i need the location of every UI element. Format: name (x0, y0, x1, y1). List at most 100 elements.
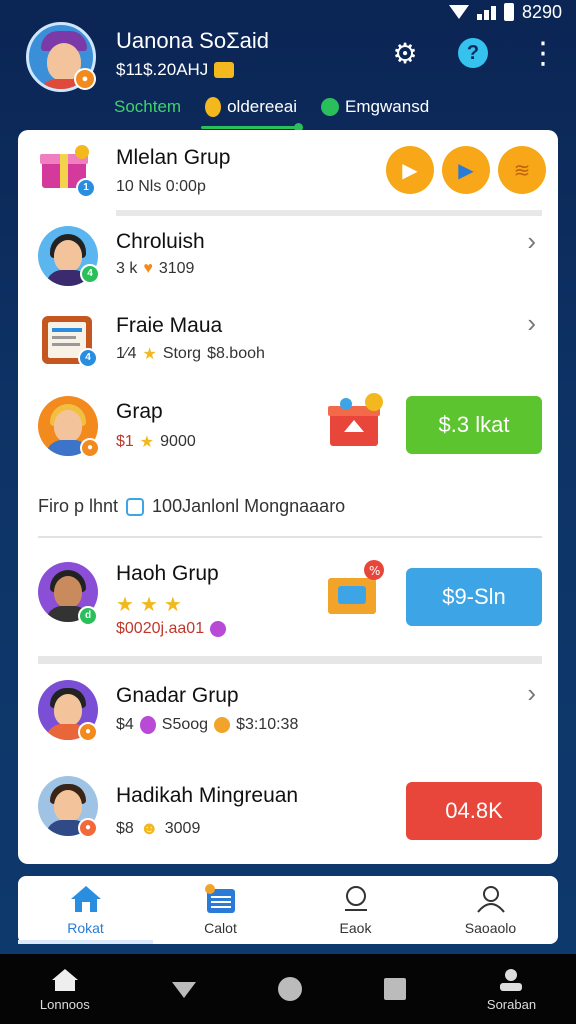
nav-search[interactable]: Eaok (288, 876, 423, 944)
group-meta: $4 (116, 716, 134, 733)
gift-box-icon (328, 393, 383, 446)
help-icon[interactable]: ? (456, 36, 490, 70)
search-icon (344, 886, 367, 911)
list-item[interactable]: ● Gnadar Grup $4 S5oog $3:10:38 › (18, 670, 558, 760)
info-left-text: Firo p lhnt (38, 496, 119, 516)
user-balance: $11$.20AHJ (116, 60, 235, 80)
nav-label: Rokat (67, 920, 104, 936)
header: ● Uanona SoΣaid $11$.20AHJ ⚙ ? ⋮ Sochtem… (24, 20, 558, 132)
list-item[interactable]: d Haoh Grup ★ ★ ★ $0020j.aa01 % $9-Sln (18, 550, 558, 650)
coin-icon (205, 97, 222, 117)
group-subtitle: $1 ★ 9000 (116, 432, 196, 452)
coin-icon (214, 717, 231, 733)
group-subtitle: 1∕4 ★ Storg $8.booh (116, 344, 265, 364)
group-meta: $8.booh (207, 345, 265, 362)
group-list: 1 Mlelan Grup 10 Nls 0:00p ▶ ▶ ≋ 4 Chrol… (18, 130, 558, 864)
back-triangle-icon (171, 982, 196, 998)
group-title: Fraie Maua (116, 314, 223, 337)
tab-label: Emgwansd (345, 97, 430, 116)
nav-label: Eaok (339, 920, 372, 936)
home-button[interactable] (277, 976, 303, 1002)
home-icon (51, 968, 78, 991)
group-title: Gnadar Grup (116, 684, 239, 707)
sys-home[interactable]: Lonnoos (40, 967, 90, 1012)
battery-icon (503, 3, 514, 21)
coins-button[interactable]: ≋ (498, 146, 546, 194)
nav-calendar[interactable]: Calot (153, 876, 288, 944)
star-icon: ★ (139, 434, 155, 451)
list-item[interactable]: ● Hadikah Mingreuan $8 ☻ 3009 04.8K (18, 766, 558, 862)
header-tabs: Sochtem oldereeai Emgwansd (114, 90, 552, 132)
home-icon (70, 886, 101, 912)
group-meta: $3:10:38 (236, 716, 299, 733)
heart-icon: ♥ (143, 260, 153, 277)
play-alt-button[interactable]: ▶ (442, 146, 490, 194)
claim-button[interactable]: $.3 lkat (406, 396, 542, 454)
group-title: Grap (116, 400, 163, 423)
chevron-right-icon[interactable]: › (527, 678, 536, 709)
chevron-right-icon[interactable]: › (527, 226, 536, 257)
group-subtitle: 3 k ♥ 3109 (116, 260, 194, 278)
group-meta: 3109 (158, 260, 195, 277)
divider (38, 536, 542, 538)
system-nav-bar: Lonnoos Soraban (0, 954, 576, 1024)
group-subtitle: $0020j.aa01 (116, 620, 227, 638)
smiley-icon: ☻ (139, 818, 159, 838)
chevron-right-icon[interactable]: › (527, 308, 536, 339)
group-meta: 1∕4 (116, 345, 137, 362)
group-meta: $8 (116, 819, 134, 837)
group-subtitle: 10 Nls 0:00p (116, 178, 206, 196)
divider (38, 656, 542, 664)
home-circle-icon (278, 977, 303, 1001)
nav-label: Saoaolo (464, 920, 517, 936)
profile-icon (476, 886, 505, 913)
nav-profile[interactable]: Saoaolo (423, 876, 558, 944)
group-meta: 3009 (164, 819, 201, 837)
active-tab-indicator (201, 123, 303, 132)
tab-label: oldereeai (227, 97, 298, 116)
star-icon: ★ (142, 346, 157, 363)
group-title: Mlelan Grup (116, 146, 231, 169)
info-right-text: 100Ja​nlonl Mongnaaaro (152, 496, 346, 516)
play-button[interactable]: ▶ (386, 146, 434, 194)
group-title: Haoh Grup (116, 562, 219, 585)
item-badge: d (78, 606, 98, 626)
tab-ordered[interactable]: oldereeai (201, 97, 303, 132)
balance-text: $11$.20AHJ (116, 60, 209, 79)
gem-icon (210, 621, 227, 637)
item-badge: 4 (78, 348, 98, 368)
group-meta: $0020j.aa01 (116, 620, 205, 637)
tab-system[interactable]: Sochtem (114, 97, 181, 117)
item-badge: 1 (76, 178, 96, 198)
sys-label: Lonnoos (39, 996, 90, 1012)
item-badge: 4 (80, 264, 100, 284)
recents-button[interactable] (383, 977, 407, 1001)
group-meta: S5oog (161, 716, 209, 733)
nav-label: Calot (204, 920, 237, 936)
item-badge: ● (78, 818, 98, 838)
star-icon: ★ (116, 594, 134, 616)
list-item[interactable]: 4 Fraie Maua 1∕4 ★ Storg $8.booh › (18, 302, 558, 384)
group-subtitle: $4 S5oog $3:10:38 (116, 716, 298, 734)
clipboard-icon (126, 497, 145, 516)
list-item[interactable]: 4 Chroluish 3 k ♥ 3109 › (18, 220, 558, 302)
settings-gear-icon[interactable]: ⚙ (388, 36, 422, 70)
list-item[interactable]: 1 Mlelan Grup 10 Nls 0:00p ▶ ▶ ≋ (18, 130, 558, 220)
divider (116, 210, 542, 216)
tab-engaged[interactable]: Emgwansd (321, 97, 429, 117)
gem-icon (139, 716, 156, 734)
profile-icon (500, 968, 523, 991)
sys-profile[interactable]: Soraban (487, 967, 536, 1012)
star-icon: ★ (139, 594, 158, 616)
back-button[interactable] (170, 978, 198, 1000)
join-button[interactable]: $9-Sln (406, 568, 542, 626)
price-button[interactable]: 04.8K (406, 782, 542, 840)
more-options-icon[interactable]: ⋮ (526, 36, 560, 70)
treasure-box-icon: % (328, 560, 384, 614)
nav-home[interactable]: Rokat (18, 876, 153, 944)
info-line: Firo p lhnt 100Ja​nlonl Mongnaaaro (38, 496, 345, 517)
group-meta: Storg (162, 345, 202, 362)
list-item[interactable]: ● Grap $1 ★ 9000 $.3 lkat (18, 384, 558, 484)
item-badge: ● (78, 722, 98, 742)
wifi-icon (448, 5, 469, 19)
